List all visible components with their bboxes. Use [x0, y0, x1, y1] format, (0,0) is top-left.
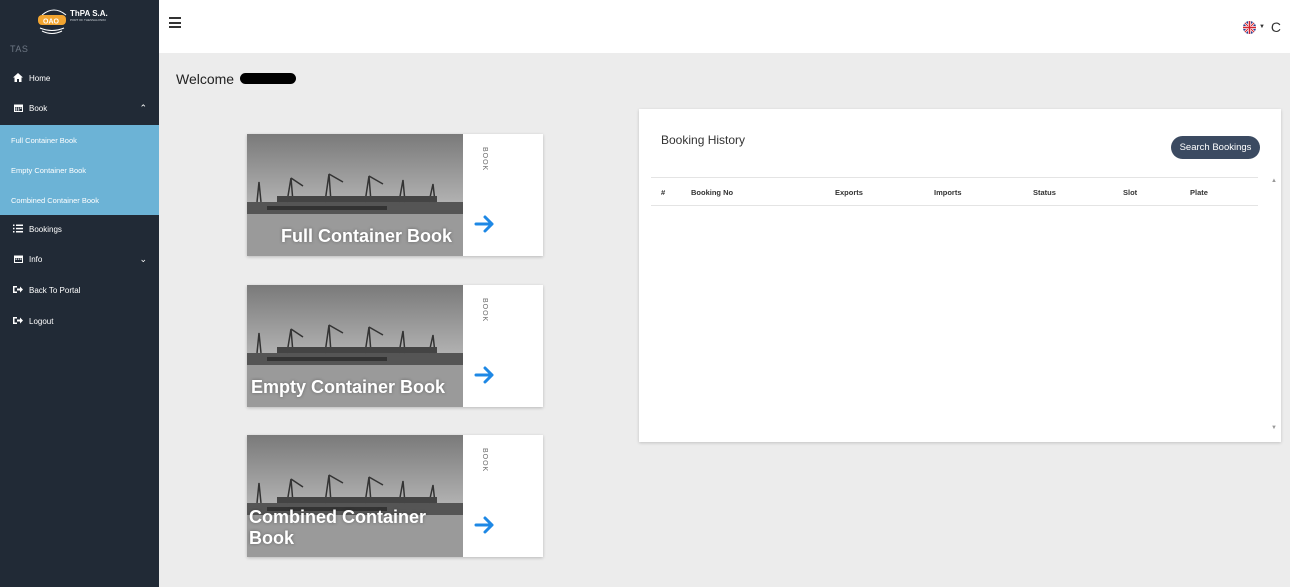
port-image: Combined Container Book: [247, 435, 463, 557]
uk-flag-icon[interactable]: [1243, 21, 1256, 34]
sidebar-subitem-empty-container-book[interactable]: Empty Container Book: [0, 155, 159, 185]
search-bookings-button[interactable]: Search Bookings: [1171, 136, 1260, 159]
sidebar-item-back-to-portal[interactable]: Back To Portal: [0, 275, 159, 305]
card-title: Full Container Book: [281, 226, 452, 246]
card-tag: BOOK: [481, 298, 488, 323]
book-card-full-container[interactable]: Full Container Book BOOK: [247, 134, 543, 256]
panel-title: Booking History: [661, 133, 746, 147]
card-title: Empty Container Book: [251, 377, 446, 397]
column-header-exports[interactable]: Exports: [835, 188, 863, 197]
scroll-down-icon[interactable]: ▼: [1271, 425, 1277, 431]
card-tag: BOOK: [481, 147, 488, 172]
calendar-icon: [12, 103, 24, 114]
table-header: # Booking No Exports Imports Status Slot…: [651, 177, 1258, 206]
scroll-up-icon[interactable]: ▲: [1271, 178, 1277, 184]
logo-subtitle: PORT OF THESSALONIKI: [70, 18, 106, 22]
column-header-slot[interactable]: Slot: [1123, 188, 1137, 197]
top-bar: ▼ С: [159, 0, 1290, 53]
sidebar-item-label: Info: [29, 254, 43, 264]
svg-text:OAO: OAO: [43, 19, 60, 26]
card-title: Combined Container Book: [249, 507, 427, 548]
logo[interactable]: OAO ThPA S.A. PORT OF THESSALONIKI TAS: [0, 0, 159, 58]
sidebar-item-logout[interactable]: Logout: [0, 306, 159, 336]
sidebar-item-book[interactable]: Book ⌃: [0, 93, 159, 123]
sidebar-item-label: Book: [29, 103, 48, 113]
arrow-right-icon[interactable]: [473, 363, 497, 387]
sidebar-item-label: Logout: [29, 316, 54, 326]
logo-name: ThPA S.A.: [70, 9, 108, 18]
column-header-booking-no[interactable]: Booking No: [691, 188, 733, 197]
sidebar-subitem-label: Combined Container Book: [11, 195, 99, 205]
column-header-plate[interactable]: Plate: [1190, 188, 1208, 197]
chevron-up-icon: ⌃: [139, 102, 147, 113]
book-card-combined-container[interactable]: Combined Container Book BOOK: [247, 435, 543, 557]
column-header-imports[interactable]: Imports: [934, 188, 962, 197]
sidebar-item-label: Home: [29, 73, 51, 83]
list-icon: [12, 224, 24, 235]
sidebar-item-home[interactable]: Home: [0, 63, 159, 93]
booking-history-panel: Booking History Search Bookings # Bookin…: [639, 109, 1281, 442]
sidebar-subitem-label: Full Container Book: [11, 135, 77, 145]
sign-out-icon: [12, 316, 24, 327]
column-header-number[interactable]: #: [661, 188, 665, 197]
sidebar-subitem-label: Empty Container Book: [11, 165, 87, 175]
card-tag: BOOK: [481, 448, 488, 473]
language-dropdown-caret-icon[interactable]: ▼: [1259, 24, 1265, 30]
arrow-right-icon[interactable]: [473, 212, 497, 236]
chevron-down-icon: ⌄: [139, 253, 147, 264]
port-image: Empty Container Book: [247, 285, 463, 407]
home-icon: [12, 72, 24, 84]
sign-out-icon: [12, 285, 24, 296]
sidebar-item-bookings[interactable]: Bookings: [0, 214, 159, 244]
sidebar-item-label: Bookings: [29, 224, 62, 234]
sidebar-item-label: Back To Portal: [29, 285, 81, 295]
book-card-empty-container[interactable]: Empty Container Book BOOK: [247, 285, 543, 407]
arrow-right-icon[interactable]: [473, 513, 497, 537]
sidebar-subitem-combined-container-book[interactable]: Combined Container Book: [0, 185, 159, 215]
sidebar: OAO ThPA S.A. PORT OF THESSALONIKI TAS H…: [0, 0, 159, 587]
calendar-icon: [12, 254, 24, 265]
sidebar-subitem-full-container-book[interactable]: Full Container Book: [0, 125, 159, 155]
sidebar-item-info[interactable]: Info ⌄: [0, 244, 159, 274]
welcome-text: Welcome: [176, 71, 235, 87]
port-image: Full Container Book: [247, 134, 463, 256]
redacted-user-name: [240, 73, 296, 84]
hamburger-icon[interactable]: [169, 17, 181, 28]
column-header-status[interactable]: Status: [1033, 188, 1056, 197]
moon-icon[interactable]: С: [1271, 19, 1281, 35]
app-code: TAS: [10, 44, 29, 54]
